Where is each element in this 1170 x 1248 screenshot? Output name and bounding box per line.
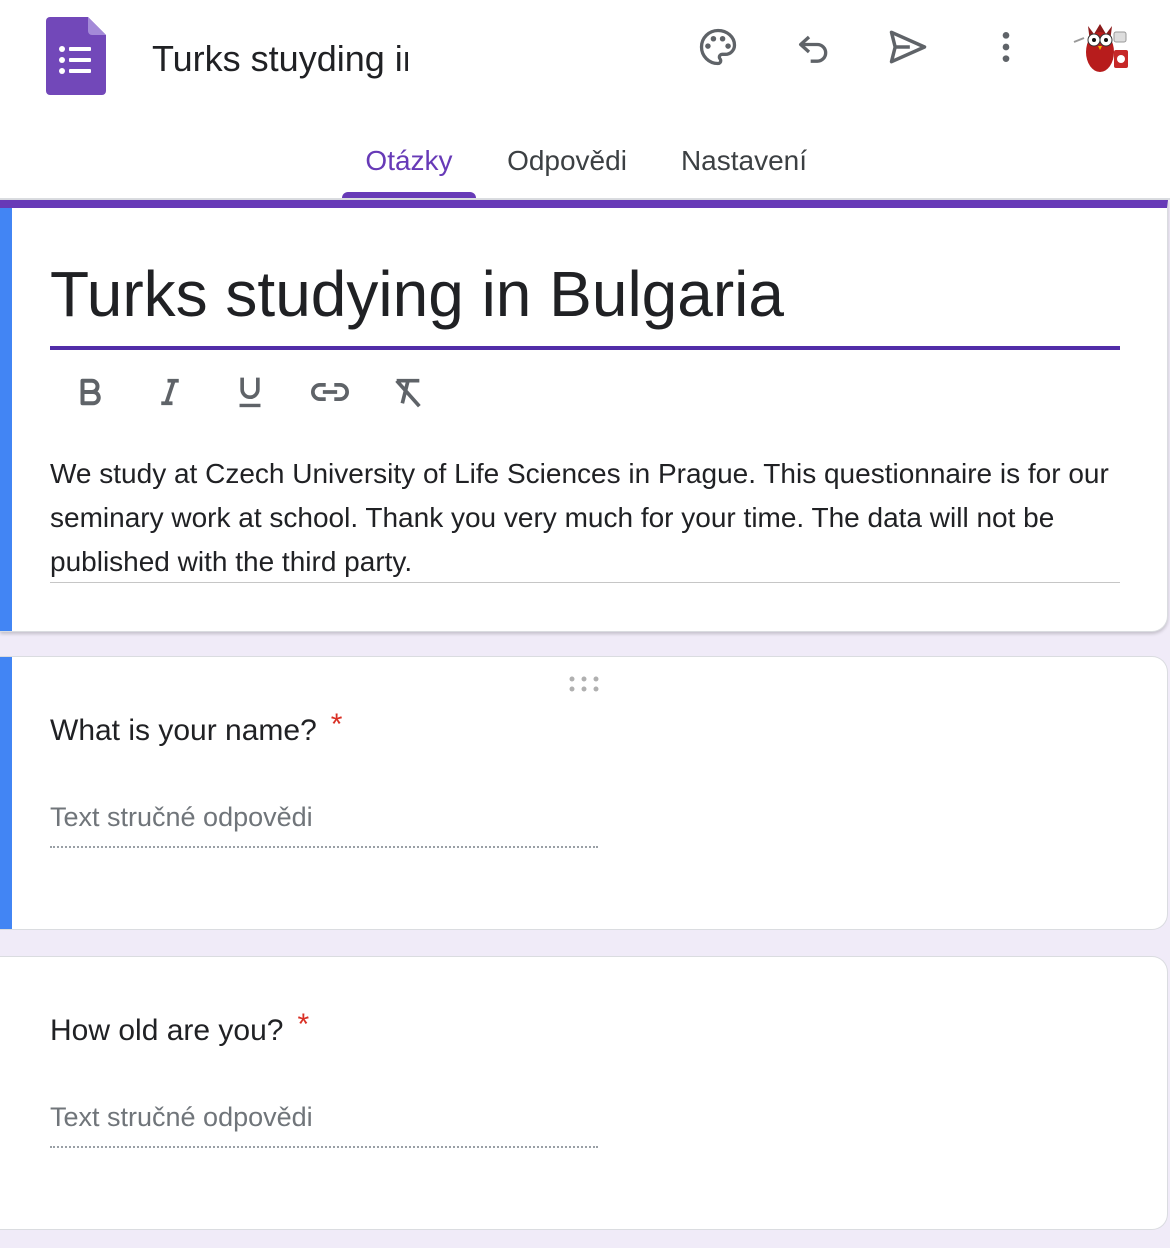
form-title-input[interactable]: Turks studying in Bulgaria	[50, 256, 784, 332]
clear-format-icon[interactable]	[384, 368, 432, 416]
forms-logo-icon[interactable]	[46, 17, 106, 95]
answer-underline	[50, 846, 598, 848]
short-answer-placeholder: Text stručné odpovědi	[50, 1102, 313, 1132]
drag-handle-icon[interactable]	[568, 675, 604, 693]
undo-icon[interactable]	[786, 19, 842, 75]
tab-bar: Otázky Odpovědi Nastavení	[0, 128, 1170, 200]
required-asterisk: *	[330, 708, 343, 741]
tab-settings[interactable]: Nastavení	[670, 128, 818, 200]
bold-icon[interactable]	[66, 368, 114, 416]
question-card[interactable]: What is your name? * Text stručné odpověd…	[0, 656, 1168, 930]
form-header-card[interactable]: Turks studying in Bulgaria We study at C…	[0, 200, 1168, 632]
answer-underline	[50, 1146, 598, 1148]
form-description-input[interactable]: We study at Czech University of Life Sci…	[50, 452, 1120, 584]
required-asterisk: *	[297, 1008, 310, 1041]
description-underline	[50, 582, 1120, 583]
active-card-accent	[0, 208, 12, 631]
palette-icon[interactable]	[690, 19, 746, 75]
question-card[interactable]: How old are you? * Text stručné odpovědi	[0, 956, 1168, 1230]
top-app-bar: Turks stuyding in Bulgaria	[0, 0, 1170, 200]
tab-responses[interactable]: Odpovědi	[496, 128, 638, 200]
short-answer-placeholder: Text stručné odpovědi	[50, 802, 313, 832]
send-icon[interactable]	[880, 19, 936, 75]
underline-icon[interactable]	[226, 368, 274, 416]
avatar[interactable]	[1066, 12, 1138, 84]
question-title[interactable]: How old are you? *	[50, 1008, 310, 1051]
link-icon[interactable]	[306, 368, 354, 416]
active-card-accent	[0, 657, 12, 929]
question-title[interactable]: What is your name? *	[50, 708, 343, 751]
document-title[interactable]: Turks stuyding in Bulgaria	[152, 36, 408, 82]
title-focus-underline	[50, 346, 1120, 350]
italic-icon[interactable]	[146, 368, 194, 416]
more-vert-icon[interactable]	[978, 19, 1034, 75]
tab-questions[interactable]: Otázky	[342, 128, 476, 200]
